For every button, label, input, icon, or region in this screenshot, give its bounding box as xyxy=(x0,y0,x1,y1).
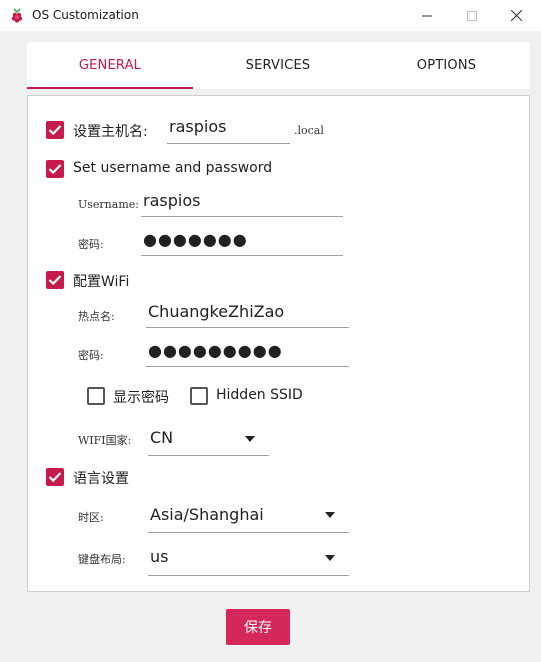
locale-checkbox[interactable] xyxy=(46,468,64,486)
tab-options[interactable]: OPTIONS xyxy=(363,42,530,89)
dropdown-arrow-icon xyxy=(325,554,335,561)
hostname-suffix: .local xyxy=(294,124,324,137)
hostname-input[interactable]: raspios xyxy=(167,115,290,144)
window-title: OS Customization xyxy=(32,8,139,22)
timezone-value: Asia/Shanghai xyxy=(150,505,264,524)
user-checkbox[interactable] xyxy=(46,160,64,178)
tab-indicator xyxy=(27,87,193,89)
wifi-country-value: CN xyxy=(150,428,174,447)
check-icon xyxy=(48,164,62,175)
timezone-label: 时区: xyxy=(78,511,104,524)
check-icon xyxy=(48,472,62,483)
close-icon xyxy=(511,10,522,21)
minimize-button[interactable] xyxy=(404,0,449,31)
wifi-password-input[interactable]: ●●●●●●●●● xyxy=(146,338,349,367)
password-input[interactable]: ●●●●●●● xyxy=(141,227,343,256)
show-password-checkbox[interactable] xyxy=(87,387,105,405)
save-button[interactable]: 保存 xyxy=(226,609,290,645)
wifi-password-value: ●●●●●●●●● xyxy=(148,341,283,360)
hostname-checkbox[interactable] xyxy=(46,121,64,139)
check-icon xyxy=(48,125,62,136)
keyboard-value: us xyxy=(150,547,169,566)
dropdown-arrow-icon xyxy=(325,512,335,518)
tab-services[interactable]: SERVICES xyxy=(193,42,363,89)
raspberry-pi-icon xyxy=(11,8,23,23)
ssid-input[interactable]: ChuangkeZhiZao xyxy=(146,300,349,328)
check-icon xyxy=(48,275,62,286)
username-value: raspios xyxy=(143,191,201,210)
hostname-label: 设置主机名: xyxy=(73,124,148,140)
username-input[interactable]: raspios xyxy=(141,189,343,217)
tab-bar: GENERAL SERVICES OPTIONS xyxy=(27,42,530,89)
close-button[interactable] xyxy=(494,0,539,31)
wifi-country-label: WIFI国家: xyxy=(78,434,132,447)
ssid-label: 热点名: xyxy=(78,310,115,323)
wifi-country-select[interactable]: CN xyxy=(148,422,269,456)
dropdown-arrow-icon xyxy=(245,435,255,442)
wifi-label: 配置WiFi xyxy=(73,274,130,290)
username-label: Username: xyxy=(78,198,139,211)
minimize-icon xyxy=(421,15,432,16)
wifi-checkbox[interactable] xyxy=(46,271,64,289)
password-value: ●●●●●●● xyxy=(143,230,248,249)
keyboard-label: 键盘布局: xyxy=(78,553,126,566)
user-label: Set username and password xyxy=(73,160,273,176)
maximize-button[interactable] xyxy=(449,0,494,31)
hostname-value: raspios xyxy=(169,117,227,136)
tab-general[interactable]: GENERAL xyxy=(27,42,193,89)
password-label: 密码: xyxy=(78,238,104,251)
keyboard-select[interactable]: us xyxy=(148,540,349,576)
title-bar: OS Customization xyxy=(0,0,541,31)
locale-label: 语言设置 xyxy=(73,471,129,487)
general-panel: 设置主机名: raspios .local Set username and p… xyxy=(27,95,530,592)
hidden-ssid-checkbox[interactable] xyxy=(190,387,208,405)
hidden-ssid-label: Hidden SSID xyxy=(216,387,303,403)
ssid-value: ChuangkeZhiZao xyxy=(148,302,285,321)
wifi-password-label: 密码: xyxy=(78,349,104,362)
show-password-label: 显示密码 xyxy=(113,390,169,406)
timezone-select[interactable]: Asia/Shanghai xyxy=(148,498,349,533)
maximize-icon xyxy=(466,10,477,21)
